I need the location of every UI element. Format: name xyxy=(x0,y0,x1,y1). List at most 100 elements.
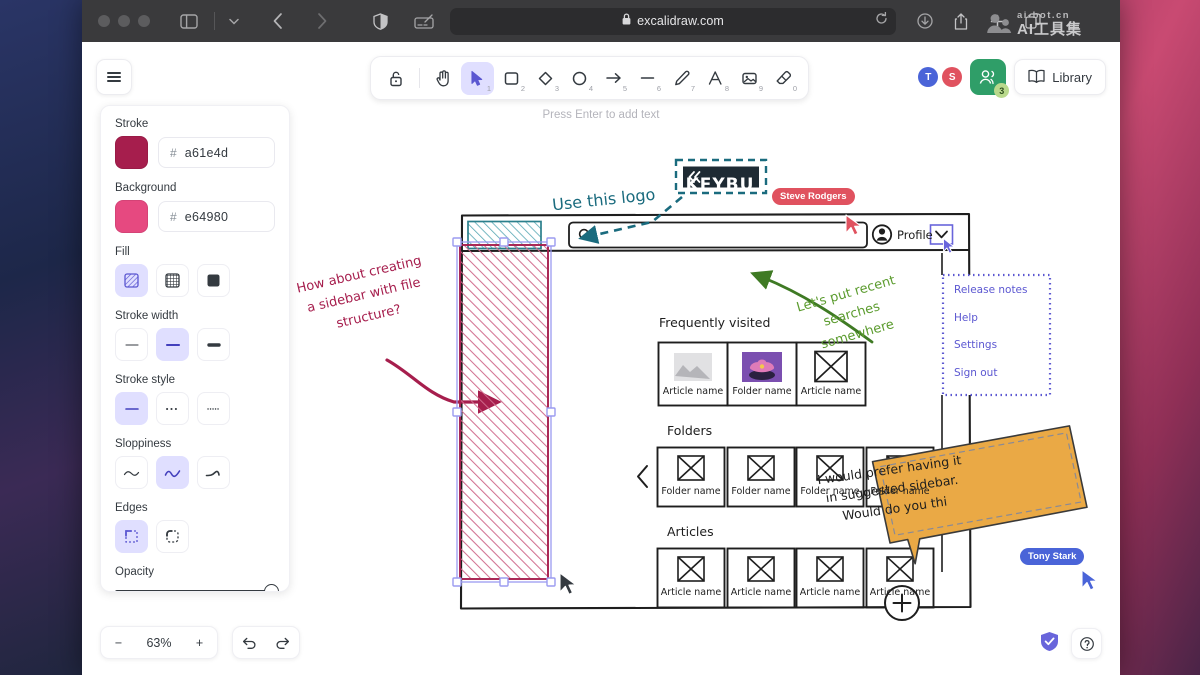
cross-hatch-fill-icon[interactable] xyxy=(156,264,189,297)
background-color-swatch[interactable] xyxy=(115,200,148,233)
selected-sidebar-rectangle[interactable] xyxy=(453,238,555,586)
draw-tool[interactable]: 7 xyxy=(665,62,698,95)
bold-stroke-icon[interactable] xyxy=(156,328,189,361)
back-icon[interactable] xyxy=(265,8,291,34)
hash-symbol: # xyxy=(170,146,177,160)
footer-right[interactable] xyxy=(1040,628,1102,659)
tool-key: 5 xyxy=(623,84,627,93)
share-collab-button[interactable]: 3 xyxy=(970,59,1006,95)
hand-tool[interactable] xyxy=(427,62,460,95)
dropdown-item[interactable]: Help xyxy=(954,312,978,324)
maximize-button[interactable] xyxy=(138,15,150,27)
address-bar[interactable]: excalidraw.com xyxy=(450,8,896,35)
round-edge-icon[interactable] xyxy=(156,520,189,553)
shield-icon[interactable] xyxy=(367,8,393,34)
background-row[interactable]: # e64980 xyxy=(115,200,275,233)
properties-panel[interactable]: Stroke # a61e4d Background # e64980 Fill xyxy=(100,105,290,592)
opacity-slider[interactable] xyxy=(115,590,275,592)
sharp-edge-icon[interactable] xyxy=(115,520,148,553)
cursor-tony-stark-pointer xyxy=(1082,570,1097,590)
diamond-tool[interactable]: 3 xyxy=(529,62,562,95)
thin-stroke-icon[interactable] xyxy=(115,328,148,361)
tool-key: 2 xyxy=(521,84,525,93)
collab-cluster[interactable]: T S 3 Library xyxy=(918,59,1106,95)
solid-fill-icon[interactable] xyxy=(197,264,230,297)
architect-icon[interactable] xyxy=(115,456,148,489)
wireframe-search-bar[interactable] xyxy=(569,223,867,248)
artist-icon[interactable] xyxy=(156,456,189,489)
rectangle-tool[interactable]: 2 xyxy=(495,62,528,95)
wireframe-profile[interactable] xyxy=(873,225,891,243)
tab-overview-icon[interactable] xyxy=(411,8,437,34)
dropdown-item[interactable]: Sign out xyxy=(954,367,997,379)
wireframe-card[interactable] xyxy=(728,448,795,507)
search-icon xyxy=(580,230,591,241)
forward-icon[interactable] xyxy=(309,8,335,34)
stroke-hex-field[interactable]: # a61e4d xyxy=(158,137,275,168)
zoom-in-button[interactable]: + xyxy=(182,627,217,658)
wireframe-card[interactable] xyxy=(658,448,725,507)
dotted-line-icon[interactable] xyxy=(197,392,230,425)
share-icon[interactable] xyxy=(948,8,974,34)
tools-toolbar[interactable]: 1 2 3 4 5 6 7 xyxy=(370,56,809,100)
dropdown-item[interactable]: Settings xyxy=(954,339,997,351)
redo-button[interactable] xyxy=(266,627,299,658)
dropdown-item[interactable]: Release notes xyxy=(954,284,1028,296)
stroke-style-label: Stroke style xyxy=(115,374,275,386)
help-button[interactable] xyxy=(1071,628,1102,659)
chevron-down-icon[interactable] xyxy=(227,8,241,34)
menu-button[interactable] xyxy=(96,59,132,95)
stroke-style-options[interactable] xyxy=(115,392,275,425)
stroke-width-options[interactable] xyxy=(115,328,275,361)
avatar[interactable]: T xyxy=(918,67,938,87)
opacity-control[interactable]: Opacity xyxy=(115,566,275,592)
sloppiness-options[interactable] xyxy=(115,456,275,489)
download-icon[interactable] xyxy=(912,8,938,34)
dashed-line-icon[interactable] xyxy=(156,392,189,425)
background-hex-field[interactable]: # e64980 xyxy=(158,201,275,232)
undo-button[interactable] xyxy=(233,627,266,658)
line-tool[interactable]: 6 xyxy=(631,62,664,95)
carousel-prev-button[interactable] xyxy=(638,466,647,487)
wireframe-card[interactable] xyxy=(797,549,864,608)
lock-tool[interactable] xyxy=(379,62,412,95)
library-button[interactable]: Library xyxy=(1014,59,1106,95)
reload-icon[interactable] xyxy=(875,12,888,30)
shield-check-icon[interactable] xyxy=(1040,631,1059,657)
sidebar-toggle-icon[interactable] xyxy=(176,8,202,34)
tool-key: 4 xyxy=(589,84,593,93)
selection-tool[interactable]: 1 xyxy=(461,62,494,95)
wireframe-card[interactable] xyxy=(658,549,725,608)
wireframe-profile-chevron[interactable] xyxy=(931,225,953,244)
edges-options[interactable] xyxy=(115,520,275,553)
arrow-tool[interactable]: 5 xyxy=(597,62,630,95)
avatar[interactable]: S xyxy=(942,67,962,87)
image-tool[interactable]: 9 xyxy=(733,62,766,95)
hachure-fill-icon[interactable] xyxy=(115,264,148,297)
tool-key: 1 xyxy=(487,84,491,93)
ellipse-tool[interactable]: 4 xyxy=(563,62,596,95)
wireframe-dropdown[interactable] xyxy=(942,253,1050,413)
zoom-out-button[interactable]: − xyxy=(101,627,136,658)
history-controls[interactable] xyxy=(232,626,300,659)
extra-bold-stroke-icon[interactable] xyxy=(197,328,230,361)
opacity-slider-knob[interactable] xyxy=(264,584,279,592)
close-button[interactable] xyxy=(98,15,110,27)
wireframe-card[interactable] xyxy=(728,549,795,608)
wireframe-card[interactable] xyxy=(867,549,934,608)
eraser-tool[interactable]: 0 xyxy=(767,62,800,95)
fill-options[interactable] xyxy=(115,264,275,297)
zoom-controls[interactable]: − 63% + xyxy=(100,626,218,659)
minimize-button[interactable] xyxy=(118,15,130,27)
stroke-color-swatch[interactable] xyxy=(115,136,148,169)
cartoonist-icon[interactable] xyxy=(197,456,230,489)
excalidraw-canvas[interactable]: 1 2 3 4 5 6 7 xyxy=(82,42,1120,675)
stroke-row[interactable]: # a61e4d xyxy=(115,136,275,169)
text-tool[interactable]: 8 xyxy=(699,62,732,95)
card-label: Article name xyxy=(661,587,721,598)
solid-line-icon[interactable] xyxy=(115,392,148,425)
wireframe-logo-placeholder[interactable] xyxy=(468,222,541,249)
zoom-level[interactable]: 63% xyxy=(136,627,182,658)
window-controls[interactable] xyxy=(98,15,150,27)
stroke-width-label: Stroke width xyxy=(115,310,275,322)
